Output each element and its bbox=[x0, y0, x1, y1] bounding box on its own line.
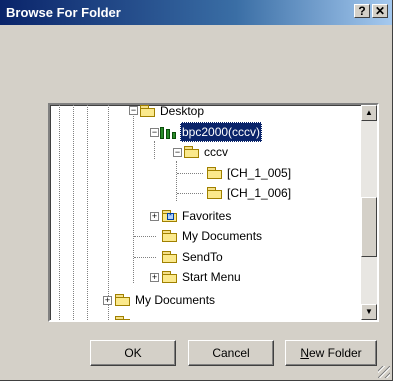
tree-connector bbox=[177, 193, 203, 194]
tree-connector bbox=[177, 173, 203, 174]
tree-connector bbox=[134, 236, 156, 237]
expand-toggle[interactable]: + bbox=[150, 212, 159, 221]
vertical-scrollbar[interactable]: ▲ ▼ bbox=[361, 105, 377, 320]
folder-icon bbox=[207, 187, 223, 199]
collapse-toggle[interactable]: − bbox=[150, 128, 159, 137]
new-folder-button[interactable]: New Folder bbox=[285, 340, 377, 366]
expand-toggle[interactable]: + bbox=[150, 273, 159, 282]
folder-icon bbox=[115, 316, 131, 320]
folder-icon bbox=[162, 271, 178, 283]
ok-button[interactable]: OK bbox=[90, 340, 176, 366]
scroll-thumb[interactable] bbox=[361, 197, 377, 257]
folder-icon bbox=[115, 294, 131, 306]
tree-item-label: Desktop bbox=[160, 104, 205, 118]
tree-item-label: bpc2000(cccv) bbox=[180, 122, 263, 142]
tree-item-label: SendTo bbox=[182, 250, 223, 264]
network-drive-icon bbox=[160, 125, 180, 139]
folder-icon bbox=[184, 146, 200, 158]
favorites-folder-icon: * bbox=[162, 210, 178, 222]
title-bar[interactable]: Browse For Folder ? ✕ bbox=[0, 0, 392, 25]
resize-grip[interactable] bbox=[378, 366, 390, 378]
folder-icon bbox=[162, 251, 178, 263]
star-icon: * bbox=[167, 213, 174, 220]
tree-item-label: [CH_1_005] bbox=[227, 166, 292, 180]
tree-item-label: Favorites bbox=[182, 209, 232, 223]
collapse-toggle[interactable]: − bbox=[173, 148, 182, 157]
scroll-down-button[interactable]: ▼ bbox=[361, 304, 377, 320]
new-folder-accelerator: N bbox=[300, 346, 309, 360]
scroll-up-button[interactable]: ▲ bbox=[361, 105, 377, 121]
window-title: Browse For Folder bbox=[6, 5, 121, 20]
tree-item-label: [CH_1_006] bbox=[227, 186, 292, 200]
collapse-toggle[interactable]: − bbox=[129, 106, 138, 115]
tree-guide-line bbox=[59, 105, 60, 320]
tree-item-label: My Documents bbox=[135, 293, 216, 307]
tree-guide-line bbox=[154, 141, 155, 159]
help-button[interactable]: ? bbox=[354, 4, 370, 18]
new-folder-label: ew Folder bbox=[308, 346, 362, 360]
browse-for-folder-dialog: Browse For Folder ? ✕ − Desktop − bpc200… bbox=[0, 0, 393, 381]
close-button[interactable]: ✕ bbox=[372, 4, 388, 18]
tree-item-label: My Documents bbox=[182, 229, 263, 243]
cancel-button[interactable]: Cancel bbox=[188, 340, 274, 366]
tree-guide-line bbox=[87, 105, 88, 320]
tree-guide-line bbox=[176, 161, 177, 201]
folder-icon bbox=[207, 167, 223, 179]
tree-item-label: cccv bbox=[204, 145, 228, 159]
tree-guide-line bbox=[108, 105, 109, 320]
tree-guide-line bbox=[73, 105, 74, 320]
folder-icon bbox=[162, 230, 178, 242]
folder-tree[interactable]: − Desktop − bpc2000(cccv) − cccv [CH_1_0… bbox=[48, 103, 379, 322]
expand-toggle[interactable]: + bbox=[103, 296, 112, 305]
tree-connector bbox=[134, 257, 156, 258]
folder-icon bbox=[140, 105, 156, 117]
tree-item-label: Start Menu bbox=[182, 270, 241, 284]
